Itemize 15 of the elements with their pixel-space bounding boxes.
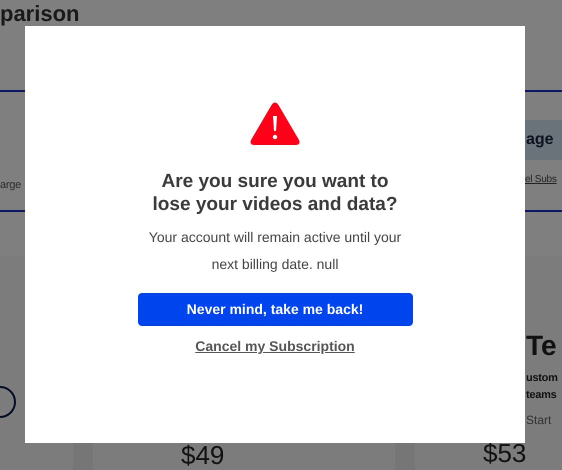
cancel-subscription-link[interactable]: el Subs (525, 172, 557, 187)
plan-price: $53 (483, 440, 526, 466)
plan-tab[interactable]: age (525, 120, 562, 160)
cancel-subscription-link[interactable]: Cancel my Subscription (195, 336, 355, 357)
plan-price: $49 (181, 440, 224, 470)
plan-description: teams (526, 388, 558, 403)
page-title: parison (0, 1, 80, 26)
tab-caption: arge (0, 179, 21, 191)
warning-icon (250, 102, 300, 146)
dialog-message: Your account will remain active until your next billing date. null (148, 228, 402, 274)
dialog-heading: Are you sure you want to lose your videos and data? (152, 170, 398, 216)
plan-description: ustom (526, 371, 558, 386)
take-me-back-button[interactable]: Never mind, take me back! (138, 293, 412, 326)
starting-label: Start (526, 412, 552, 428)
plan-name: Te (526, 332, 557, 360)
